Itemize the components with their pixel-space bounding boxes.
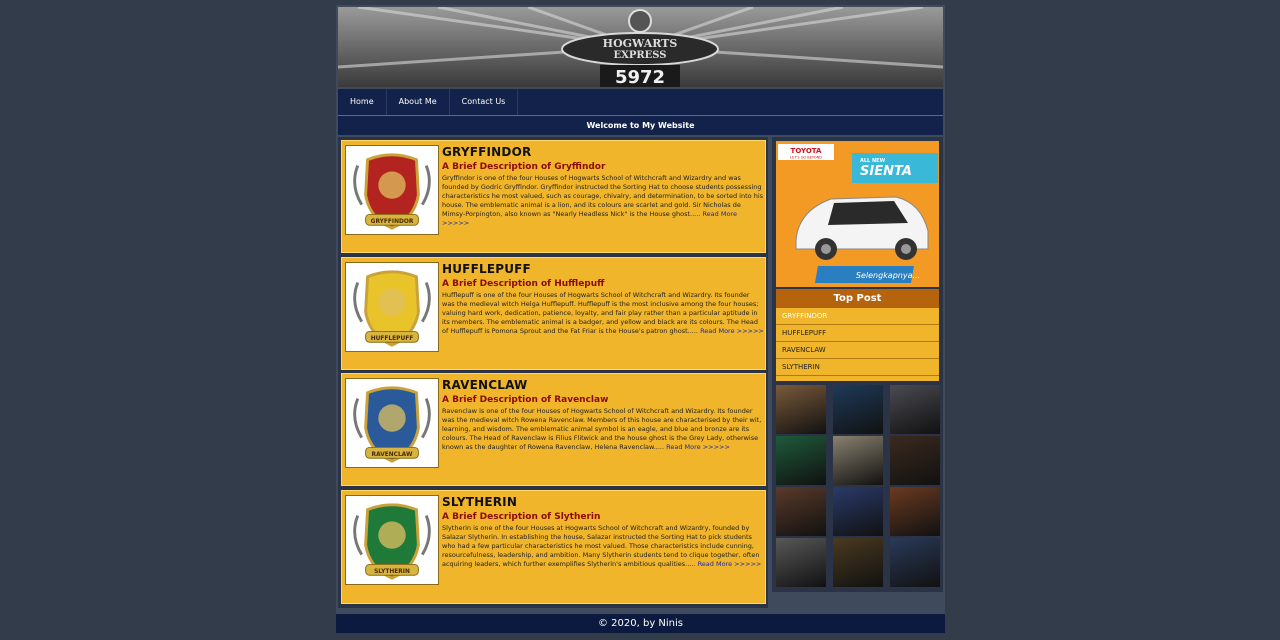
svg-text:GRYFFINDOR: GRYFFINDOR xyxy=(371,219,414,225)
post-subtitle: A Brief Description of Slytherin xyxy=(442,512,601,522)
toyota-ad-banner[interactable]: TOYOTA LET'S GO BEYOND ALL NEW SIENTA Se… xyxy=(776,141,939,287)
read-more-link[interactable]: Read More >>>>> xyxy=(700,327,764,335)
ad-model: SIENTA xyxy=(860,164,912,179)
main-nav: Home About Me Contact Us xyxy=(338,89,943,115)
post-title[interactable]: RAVENCLAW xyxy=(442,378,527,392)
gallery-thumbnail[interactable] xyxy=(833,487,883,536)
nav-contact-us[interactable]: Contact Us xyxy=(450,89,519,115)
post-hufflepuff: HUFFLEPUFF HUFFLEPUFF A Brief Descriptio… xyxy=(341,257,766,370)
top-post-item-slytherin[interactable]: SLYTHERIN xyxy=(776,359,939,376)
banner-plate-line1: HOGWARTS xyxy=(603,37,678,50)
post-slytherin: SLYTHERIN SLYTHERIN A Brief Description … xyxy=(341,490,766,604)
post-body: Ravenclaw is one of the four Houses of H… xyxy=(442,407,762,451)
header-banner: HOGWARTS EXPRESS 5972 xyxy=(338,7,943,87)
top-post-widget: Top Post GRYFFINDOR HUFFLEPUFF RAVENCLAW… xyxy=(776,289,939,381)
post-gryffindor: GRYFFINDOR GRYFFINDOR A Brief Descriptio… xyxy=(341,140,766,253)
page-wrapper: HOGWARTS EXPRESS 5972 Home About Me Cont… xyxy=(336,5,945,633)
banner-number: 5972 xyxy=(615,67,665,87)
post-ravenclaw: RAVENCLAW RAVENCLAW A Brief Description … xyxy=(341,373,766,486)
gallery-thumbnail[interactable] xyxy=(890,487,940,536)
ravenclaw-crest-image: RAVENCLAW xyxy=(345,378,439,468)
gallery-thumbnail[interactable] xyxy=(833,436,883,485)
top-post-title: Top Post xyxy=(776,289,939,308)
nav-about-me[interactable]: About Me xyxy=(387,89,450,115)
post-subtitle: A Brief Description of Hufflepuff xyxy=(442,279,605,289)
welcome-bar: Welcome to My Website xyxy=(338,115,943,135)
post-body: Gryffindor is one of the four Houses of … xyxy=(442,174,764,227)
post-subtitle: A Brief Description of Ravenclaw xyxy=(442,395,609,405)
svg-text:SLYTHERIN: SLYTHERIN xyxy=(374,569,410,575)
post-subtitle: A Brief Description of Gryffindor xyxy=(442,162,606,172)
ad-brand: TOYOTA xyxy=(791,147,822,155)
top-post-item-hufflepuff[interactable]: HUFFLEPUFF xyxy=(776,325,939,342)
sidebar: TOYOTA LET'S GO BEYOND ALL NEW SIENTA Se… xyxy=(772,137,943,592)
post-title[interactable]: SLYTHERIN xyxy=(442,495,517,509)
gryffindor-crest-image: GRYFFINDOR xyxy=(345,145,439,235)
post-title[interactable]: HUFFLEPUFF xyxy=(442,262,531,276)
gallery-thumbnail[interactable] xyxy=(776,385,826,434)
post-title[interactable]: GRYFFINDOR xyxy=(442,145,531,159)
read-more-link[interactable]: Read More >>>>> xyxy=(666,443,730,451)
banner-plate-line2: EXPRESS xyxy=(613,50,666,61)
post-body: Hufflepuff is one of the four Houses of … xyxy=(442,291,764,335)
post-body: Slytherin is one of the four Houses at H… xyxy=(442,524,762,568)
gallery-thumbnail[interactable] xyxy=(776,436,826,485)
svg-text:RAVENCLAW: RAVENCLAW xyxy=(372,452,413,458)
hufflepuff-crest-image: HUFFLEPUFF xyxy=(345,262,439,352)
ad-cta: Selengkapnya... xyxy=(856,271,920,280)
read-more-link[interactable]: Read More >>>>> xyxy=(698,560,762,568)
svg-text:HUFFLEPUFF: HUFFLEPUFF xyxy=(371,336,413,342)
slytherin-crest-image: SLYTHERIN xyxy=(345,495,439,585)
main-content: GRYFFINDOR GRYFFINDOR A Brief Descriptio… xyxy=(338,137,768,608)
gallery-thumbnail[interactable] xyxy=(890,436,940,485)
gallery-thumbnail[interactable] xyxy=(776,487,826,536)
nav-home[interactable]: Home xyxy=(338,89,387,115)
photo-gallery xyxy=(776,385,941,588)
gallery-thumbnail[interactable] xyxy=(890,538,940,587)
top-post-item-ravenclaw[interactable]: RAVENCLAW xyxy=(776,342,939,359)
gallery-thumbnail[interactable] xyxy=(833,385,883,434)
top-post-item-gryffindor[interactable]: GRYFFINDOR xyxy=(776,308,939,325)
footer: © 2020, by Ninis xyxy=(336,614,945,633)
gallery-thumbnail[interactable] xyxy=(890,385,940,434)
ad-tagline: LET'S GO BEYOND xyxy=(790,156,822,160)
gallery-thumbnail[interactable] xyxy=(833,538,883,587)
gallery-thumbnail[interactable] xyxy=(776,538,826,587)
